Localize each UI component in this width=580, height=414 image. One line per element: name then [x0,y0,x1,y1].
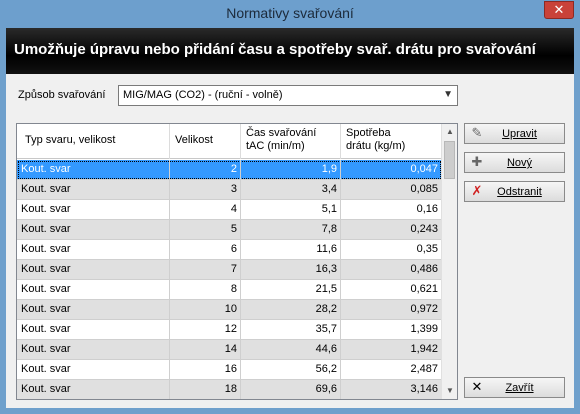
cell-wire-consumption[interactable]: 0,047 [341,160,442,180]
cell-weld-time[interactable]: 11,6 [241,240,341,260]
column-header-time[interactable]: Čas svařování tAC (min/m) [241,124,341,159]
cell-weld-time[interactable]: 69,6 [241,380,341,399]
cell-size[interactable]: 7 [170,260,241,280]
header-banner: Umožňuje úpravu nebo přidání času a spot… [6,28,574,74]
table-row[interactable]: Kout. svar 14 44,6 1,942 [17,340,442,360]
cell-weld-time[interactable]: 3,4 [241,180,341,200]
cell-weld-time[interactable]: 28,2 [241,300,341,320]
edit-button[interactable]: ✎ Upravit [464,123,565,144]
cell-weld-time[interactable]: 56,2 [241,360,341,380]
cell-size[interactable]: 16 [170,360,241,380]
scroll-down-arrow-icon[interactable]: ▼ [442,383,457,399]
cell-wire-consumption[interactable]: 0,621 [341,280,442,300]
window-close-button[interactable]: ✕ [544,1,574,19]
cell-size[interactable]: 8 [170,280,241,300]
norms-grid[interactable]: Typ svaru, velikost Velikost Čas svařová… [16,123,458,400]
column-header-type[interactable]: Typ svaru, velikost [17,124,170,159]
cell-weld-type[interactable]: Kout. svar [17,160,170,180]
table-row[interactable]: Kout. svar 4 5,1 0,16 [17,200,442,220]
table-row[interactable]: Kout. svar 12 35,7 1,399 [17,320,442,340]
cell-size[interactable]: 4 [170,200,241,220]
cell-wire-consumption[interactable]: 0,486 [341,260,442,280]
cell-weld-type[interactable]: Kout. svar [17,220,170,240]
cell-weld-type[interactable]: Kout. svar [17,300,170,320]
grid-header: Typ svaru, velikost Velikost Čas svařová… [17,124,442,159]
table-row[interactable]: Kout. svar 6 11,6 0,35 [17,240,442,260]
cell-weld-time[interactable]: 5,1 [241,200,341,220]
table-row[interactable]: Kout. svar 10 28,2 0,972 [17,300,442,320]
table-row[interactable]: Kout. svar 7 16,3 0,486 [17,260,442,280]
table-row[interactable]: Kout. svar 5 7,8 0,243 [17,220,442,240]
table-row[interactable]: Kout. svar 3 3,4 0,085 [17,180,442,200]
column-header-wire[interactable]: Spotřeba drátu (kg/m) [341,124,442,159]
cell-size[interactable]: 5 [170,220,241,240]
cell-size[interactable]: 3 [170,180,241,200]
header-description: Umožňuje úpravu nebo přidání času a spot… [14,41,536,58]
cell-weld-type[interactable]: Kout. svar [17,360,170,380]
cell-wire-consumption[interactable]: 0,243 [341,220,442,240]
cell-size[interactable]: 10 [170,300,241,320]
cell-weld-type[interactable]: Kout. svar [17,260,170,280]
cell-wire-consumption[interactable]: 0,972 [341,300,442,320]
cell-wire-consumption[interactable]: 3,146 [341,380,442,399]
welding-mode-value: MIG/MAG (CO2) - (ruční - volně) [123,89,283,101]
cell-weld-type[interactable]: Kout. svar [17,340,170,360]
cell-weld-type[interactable]: Kout. svar [17,280,170,300]
app-window: Normativy svařování ✕ Umožňuje úpravu ne… [0,0,580,414]
column-header-size[interactable]: Velikost [170,124,241,159]
table-row[interactable]: Kout. svar 2 1,9 0,047 [17,160,442,180]
cell-wire-consumption[interactable]: 0,085 [341,180,442,200]
table-row[interactable]: Kout. svar 16 56,2 2,487 [17,360,442,380]
cell-weld-type[interactable]: Kout. svar [17,380,170,399]
cell-wire-consumption[interactable]: 0,16 [341,200,442,220]
cell-weld-type[interactable]: Kout. svar [17,180,170,200]
delete-button[interactable]: ✗ Odstranit [464,181,565,202]
cell-weld-time[interactable]: 35,7 [241,320,341,340]
dialog-body: Umožňuje úpravu nebo přidání času a spot… [6,28,574,408]
welding-mode-label: Způsob svařování [18,89,106,101]
cell-size[interactable]: 14 [170,340,241,360]
window-title: Normativy svařování [226,5,354,21]
grid-rows: Kout. svar 2 1,9 0,047 Kout. svar 3 3,4 0,085 Ko… [17,160,442,399]
cell-weld-time[interactable]: 44,6 [241,340,341,360]
cell-wire-consumption[interactable]: 1,942 [341,340,442,360]
scroll-thumb[interactable] [444,141,455,179]
new-button[interactable]: ✚ Nový [464,152,565,173]
cell-weld-type[interactable]: Kout. svar [17,240,170,260]
cell-weld-type[interactable]: Kout. svar [17,200,170,220]
cell-size[interactable]: 6 [170,240,241,260]
cell-weld-time[interactable]: 1,9 [241,160,341,180]
grid-scrollbar[interactable]: ▲ ▼ [441,124,457,399]
title-bar[interactable]: Normativy svařování ✕ [0,0,580,28]
cell-size[interactable]: 2 [170,160,241,180]
cell-wire-consumption[interactable]: 2,487 [341,360,442,380]
cell-size[interactable]: 12 [170,320,241,340]
welding-mode-select[interactable]: MIG/MAG (CO2) - (ruční - volně) ▼ [118,85,458,106]
cell-weld-time[interactable]: 7,8 [241,220,341,240]
cell-wire-consumption[interactable]: 0,35 [341,240,442,260]
table-row[interactable]: Kout. svar 18 69,6 3,146 [17,380,442,399]
cell-weld-type[interactable]: Kout. svar [17,320,170,340]
table-row[interactable]: Kout. svar 8 21,5 0,621 [17,280,442,300]
scroll-up-arrow-icon[interactable]: ▲ [442,124,457,140]
cell-size[interactable]: 18 [170,380,241,399]
cell-wire-consumption[interactable]: 1,399 [341,320,442,340]
chevron-down-icon[interactable]: ▼ [443,89,453,100]
cell-weld-time[interactable]: 21,5 [241,280,341,300]
close-button[interactable]: ✕ Zavřít [464,377,565,398]
cell-weld-time[interactable]: 16,3 [241,260,341,280]
